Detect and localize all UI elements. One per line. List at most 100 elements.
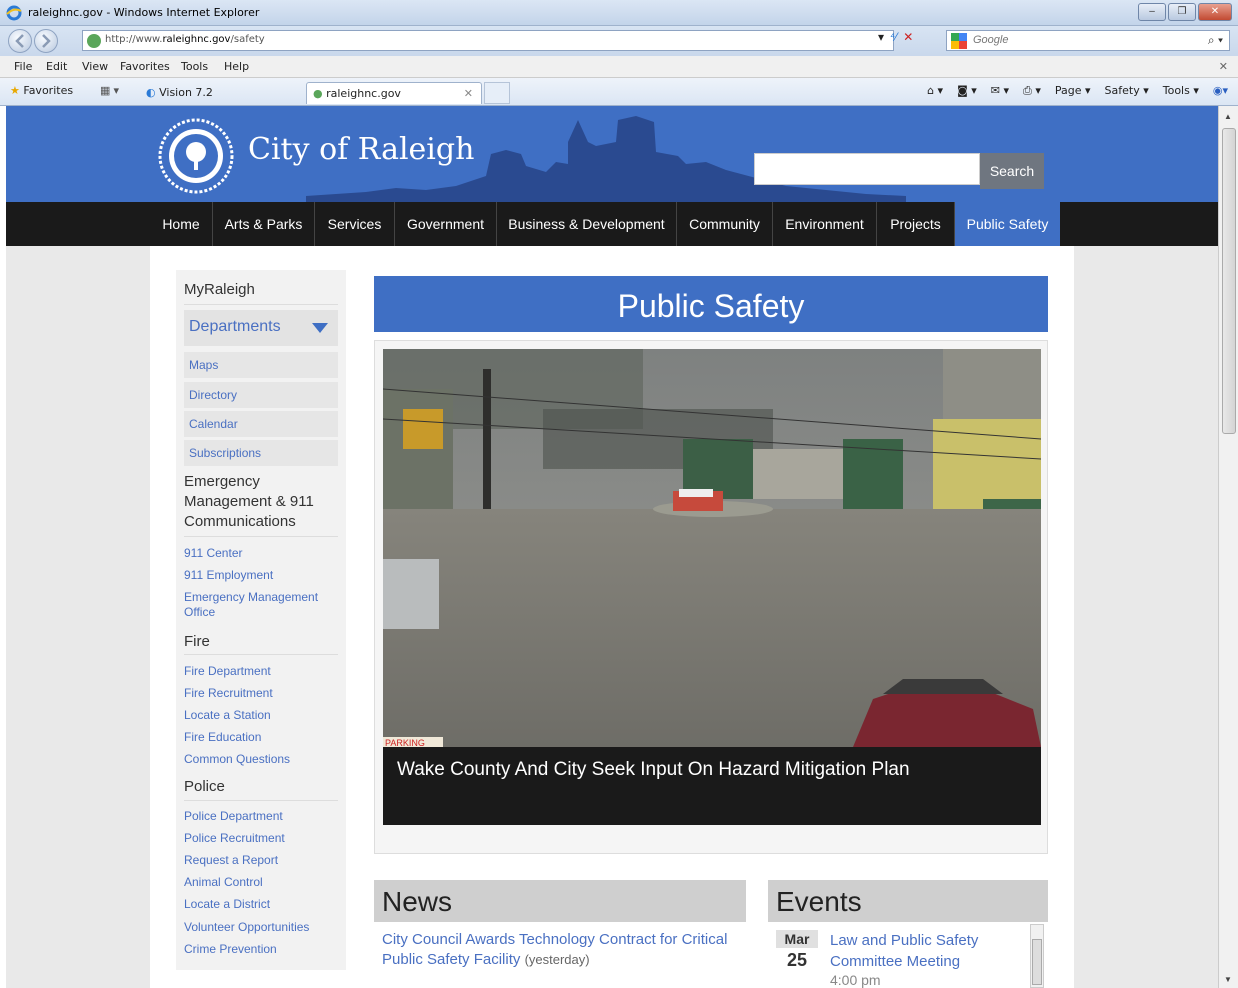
browser-search-input[interactable]: Google ⌕ ▾ [946,30,1230,51]
emergency-heading: Emergency Management & 911 Communication… [184,473,314,530]
divider [184,800,338,801]
refresh-icon[interactable]: ⁴⁄ [890,30,897,44]
scroll-down-icon[interactable]: ▼ [1224,975,1232,984]
feeds-icon[interactable]: ◙ ▾ [957,84,977,98]
nav-home[interactable]: Home [150,202,212,246]
sidebar-link-police-department[interactable]: Police Department [184,809,338,824]
forward-button[interactable] [34,29,58,53]
events-scroll-thumb[interactable] [1032,939,1042,985]
stop-icon[interactable]: ✕ [903,30,913,44]
tools-menu[interactable]: Tools ▾ [1163,84,1199,98]
print-icon[interactable]: ⎙ ▾ [1023,84,1041,98]
menu-view[interactable]: View [82,60,108,73]
url-field[interactable]: http://www.raleighnc.gov/safety [82,30,894,51]
chevron-down-icon [312,323,328,333]
url-path: /safety [230,34,265,45]
tab-vision[interactable]: ◐ Vision 7.2 [140,82,304,104]
favorites-button[interactable]: ★ Favorites [10,84,73,97]
quick-tabs-icon[interactable]: ▦ ▾ [100,84,119,97]
sidebar-link-calendar[interactable]: Calendar [184,411,338,437]
nav-business-development[interactable]: Business & Development [496,202,676,246]
menu-bar: File Edit View Favorites Tools Help ✕ [0,56,1238,78]
nav-services[interactable]: Services [314,202,394,246]
close-menu-icon[interactable]: ✕ [1219,60,1228,73]
menu-file[interactable]: File [14,60,32,73]
site-search-input[interactable] [754,153,980,185]
sidebar-link-animal-control[interactable]: Animal Control [184,875,338,890]
sidebar-link-locate-station[interactable]: Locate a Station [184,708,338,723]
sidebar-link-common-questions[interactable]: Common Questions [184,752,338,767]
menu-favorites[interactable]: Favorites [120,60,170,73]
menu-tools[interactable]: Tools [181,60,208,73]
page-menu[interactable]: Page ▾ [1055,84,1091,98]
minimize-button[interactable]: ‒ [1138,3,1166,21]
parking-sign-text: PARKING [385,738,425,747]
sidebar-link-locate-district[interactable]: Locate a District [184,897,338,912]
sidebar-link-fire-recruitment[interactable]: Fire Recruitment [184,686,338,701]
help-icon[interactable]: ◉▾ [1213,84,1228,98]
page-scrollbar[interactable]: ▲ ▼ [1218,106,1238,988]
favorites-bar: ★ Favorites ▦ ▾ ◐ Vision 7.2 ● raleighnc… [0,78,1238,106]
site-search-button[interactable]: Search [980,153,1044,189]
window-title: raleighnc.gov - Windows Internet Explore… [28,6,260,19]
sidebar-link-emergency-management-office[interactable]: Emergency Management Office [184,590,330,620]
slide-caption[interactable]: Wake County And City Seek Input On Hazar… [383,747,1041,825]
news-item[interactable]: City Council Awards Technology Contract … [382,930,738,970]
events-scrollbar[interactable] [1030,924,1044,988]
flooded-street-photo[interactable]: PARKING [383,349,1041,747]
nav-government[interactable]: Government [394,202,496,246]
search-placeholder: Google [973,34,1009,46]
nav-public-safety[interactable]: Public Safety [954,202,1060,246]
restore-button[interactable]: ❐ [1168,3,1196,21]
sidebar-link-911-employment[interactable]: 911 Employment [184,568,338,583]
sidebar-link-volunteer-opportunities[interactable]: Volunteer Opportunities [184,920,338,935]
site-title[interactable]: City of Raleigh [248,132,474,167]
divider [184,654,338,655]
search-icon[interactable]: ⌕ ▾ [1208,33,1223,48]
news-section: News City Council Awards Technology Cont… [374,880,746,988]
url-dropdown-icon[interactable]: ▾ [878,30,884,44]
sidebar-link-subscriptions[interactable]: Subscriptions [184,440,338,466]
sidebar-link-police-recruitment[interactable]: Police Recruitment [184,831,338,846]
google-icon [951,33,967,49]
favorites-label: Favorites [23,84,74,97]
mail-icon[interactable]: ✉ ▾ [991,84,1009,98]
nav-environment[interactable]: Environment [772,202,876,246]
back-button[interactable] [8,29,32,53]
scroll-thumb[interactable] [1222,128,1236,434]
sidebar-link-request-report[interactable]: Request a Report [184,853,338,868]
sidebar-link-911-center[interactable]: 911 Center [184,546,338,561]
forward-arrow-icon [42,34,51,48]
close-tab-icon[interactable]: ✕ [464,87,473,100]
event-month: Mar [776,930,818,948]
menu-edit[interactable]: Edit [46,60,67,73]
tab-raleighnc-label: raleighnc.gov [326,87,401,100]
safety-menu[interactable]: Safety ▾ [1105,84,1149,98]
departments-label: Departments [189,318,281,335]
event-title[interactable]: Law and Public Safety Committee Meeting [830,930,1000,972]
sidebar-link-crime-prevention[interactable]: Crime Prevention [184,942,338,957]
tab-raleighnc[interactable]: ● raleighnc.gov ✕ [306,82,482,104]
menu-help[interactable]: Help [224,60,249,73]
nav-projects[interactable]: Projects [876,202,954,246]
star-icon: ★ [10,84,20,97]
page-title: Public Safety [374,276,1048,332]
departments-dropdown[interactable]: Departments [184,310,338,346]
sidebar-link-directory[interactable]: Directory [184,382,338,408]
sidebar-link-fire-department[interactable]: Fire Department [184,664,338,679]
tab-vision-label: Vision 7.2 [159,86,213,99]
home-icon[interactable]: ⌂ ▾ [927,84,943,98]
myraleigh-heading[interactable]: MyRaleigh [184,280,255,300]
scroll-up-icon[interactable]: ▲ [1224,112,1232,121]
security-shield-icon [87,34,101,48]
close-button[interactable]: ✕ [1198,3,1232,21]
nav-arts-parks[interactable]: Arts & Parks [212,202,314,246]
sidebar-link-fire-education[interactable]: Fire Education [184,730,338,745]
window-controls: ‒ ❐ ✕ [1138,3,1232,21]
divider [184,304,338,305]
new-tab-button[interactable] [484,82,510,104]
sidebar-link-maps[interactable]: Maps [184,352,338,378]
news-heading: News [374,880,746,922]
nav-community[interactable]: Community [676,202,772,246]
events-section: Events Mar 25 Law and Public Safety Comm… [768,880,1048,988]
